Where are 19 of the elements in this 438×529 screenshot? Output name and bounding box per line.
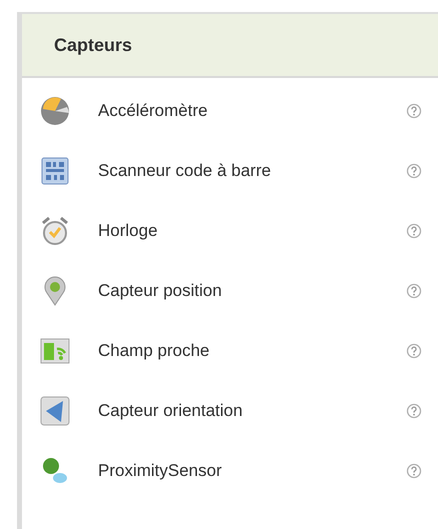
help-icon[interactable]	[406, 163, 422, 179]
component-label[interactable]: ProximitySensor	[98, 461, 406, 481]
help-icon[interactable]	[406, 343, 422, 359]
help-icon[interactable]	[406, 283, 422, 299]
panel-title: Capteurs	[54, 34, 132, 56]
component-label[interactable]: Capteur orientation	[98, 401, 406, 421]
help-icon[interactable]	[406, 223, 422, 239]
component-icon	[39, 215, 71, 247]
component-label[interactable]: Champ proche	[98, 341, 406, 361]
component-label[interactable]: Scanneur code à barre	[98, 161, 406, 181]
component-icon	[39, 155, 71, 187]
component-icon	[39, 395, 71, 427]
component-label[interactable]: Accéléromètre	[98, 101, 406, 121]
component-icon	[39, 95, 71, 127]
component-label[interactable]: Capteur position	[98, 281, 406, 301]
help-icon[interactable]	[406, 463, 422, 479]
help-icon[interactable]	[406, 403, 422, 419]
help-icon[interactable]	[406, 103, 422, 119]
component-label[interactable]: Horloge	[98, 221, 406, 241]
